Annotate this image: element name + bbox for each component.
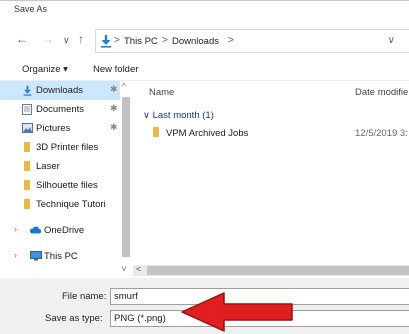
- file-list: Name Date modifie ∨ Last month (1) VPM A…: [133, 81, 409, 267]
- scroll-up-icon[interactable]: ^: [122, 82, 126, 91]
- group-header[interactable]: ∨ Last month (1): [143, 110, 214, 121]
- back-button[interactable]: ←: [16, 32, 28, 46]
- column-header-date-modified[interactable]: Date modifie: [355, 87, 408, 98]
- group-header-label: Last month (1): [152, 110, 214, 121]
- sidebar-item-label: Documents: [36, 104, 85, 115]
- sidebar-item-technique-tutorials[interactable]: Technique Tutori: [0, 195, 120, 214]
- chevron-down-icon: ∨: [387, 35, 395, 46]
- arrow-up-icon: ↑: [78, 32, 84, 46]
- sidebar-item-pictures[interactable]: Pictures ✱: [0, 119, 120, 138]
- address-bar[interactable]: > This PC > Downloads > ∨: [95, 29, 409, 53]
- scrollbar-thumb[interactable]: [122, 97, 130, 257]
- breadcrumb-separator: >: [228, 35, 234, 46]
- sidebar-item-label: Laser: [36, 161, 60, 172]
- arrow-right-icon: →: [42, 32, 54, 46]
- column-header-name[interactable]: Name: [149, 87, 174, 98]
- sidebar-item-this-pc[interactable]: › This PC: [0, 247, 120, 266]
- sidebar-item-label: 3D Printer files: [36, 142, 99, 153]
- scroll-down-icon[interactable]: v: [122, 264, 126, 273]
- new-folder-button[interactable]: New folder: [93, 64, 138, 75]
- pin-icon: ✱: [110, 122, 118, 132]
- window-title: Save As: [14, 4, 48, 14]
- scroll-left-icon[interactable]: <: [136, 264, 141, 274]
- sidebar-item-3d-printer-files[interactable]: 3D Printer files: [0, 138, 120, 157]
- chevron-down-icon: ∨: [143, 110, 150, 121]
- red-arrow-annotation: [181, 292, 293, 332]
- chevron-right-icon[interactable]: ›: [14, 250, 17, 260]
- sidebar-item-label: Pictures: [36, 123, 71, 134]
- folder-icon: [24, 180, 30, 193]
- sidebar-item-label: Silhouette files: [36, 180, 98, 191]
- folder-icon: [153, 127, 159, 140]
- organize-button[interactable]: Organize ▾: [22, 64, 68, 75]
- sidebar-item-downloads[interactable]: Downloads ✱: [0, 81, 120, 100]
- sidebar-item-label: Downloads: [36, 85, 83, 96]
- folder-icon: [24, 142, 30, 155]
- navigation-pane: Downloads ✱ Documents ✱ Pictures ✱ 3D Pr…: [0, 81, 133, 276]
- computer-icon: [30, 251, 42, 264]
- file-name-label: File name:: [62, 291, 107, 302]
- save-as-type-label: Save as type:: [45, 313, 103, 324]
- download-icon: [99, 34, 113, 51]
- forward-button[interactable]: →: [42, 32, 54, 46]
- breadcrumb-this-pc[interactable]: This PC: [124, 36, 158, 47]
- file-date: 12/5/2019 3:: [355, 128, 408, 139]
- sidebar-scrollbar[interactable]: ^ v: [120, 81, 132, 276]
- folder-icon: [24, 161, 30, 174]
- breadcrumb-separator: >: [114, 35, 120, 46]
- pin-icon: ✱: [110, 84, 118, 94]
- sidebar-item-silhouette-files[interactable]: Silhouette files: [0, 176, 120, 195]
- document-icon: [22, 104, 32, 118]
- arrow-left-icon: ←: [16, 32, 28, 46]
- file-list-horizontal-scrollbar[interactable]: <: [133, 264, 409, 276]
- scrollbar-thumb[interactable]: [147, 266, 409, 275]
- up-button[interactable]: ↑: [78, 32, 84, 46]
- navigation-bar: ← → ∨ ↑ > This PC > Downloads > ∨: [0, 26, 409, 54]
- recent-locations-button[interactable]: ∨: [63, 33, 70, 47]
- pictures-icon: [22, 123, 33, 136]
- file-row[interactable]: VPM Archived Jobs 12/5/2019 3:: [133, 124, 409, 142]
- cloud-icon: [29, 226, 42, 237]
- address-dropdown-button[interactable]: ∨: [388, 35, 395, 46]
- chevron-right-icon[interactable]: ›: [14, 224, 17, 234]
- breadcrumb-downloads[interactable]: Downloads: [172, 36, 219, 47]
- file-name: VPM Archived Jobs: [166, 128, 249, 139]
- sidebar-item-label: This PC: [44, 251, 78, 262]
- download-icon: [22, 85, 33, 99]
- pin-icon: ✱: [110, 103, 118, 113]
- sidebar-item-documents[interactable]: Documents ✱: [0, 100, 120, 119]
- sidebar-item-laser[interactable]: Laser: [0, 157, 120, 176]
- sidebar-item-label: OneDrive: [44, 225, 85, 236]
- command-bar: Organize ▾ New folder: [0, 59, 409, 81]
- folder-icon: [24, 199, 30, 212]
- sidebar-item-onedrive[interactable]: › OneDrive: [0, 221, 120, 240]
- sidebar-item-label: Technique Tutori: [36, 199, 106, 210]
- chevron-down-icon: ∨: [63, 35, 70, 45]
- breadcrumb-separator: >: [162, 35, 168, 46]
- title-bar: Save As: [0, 0, 409, 16]
